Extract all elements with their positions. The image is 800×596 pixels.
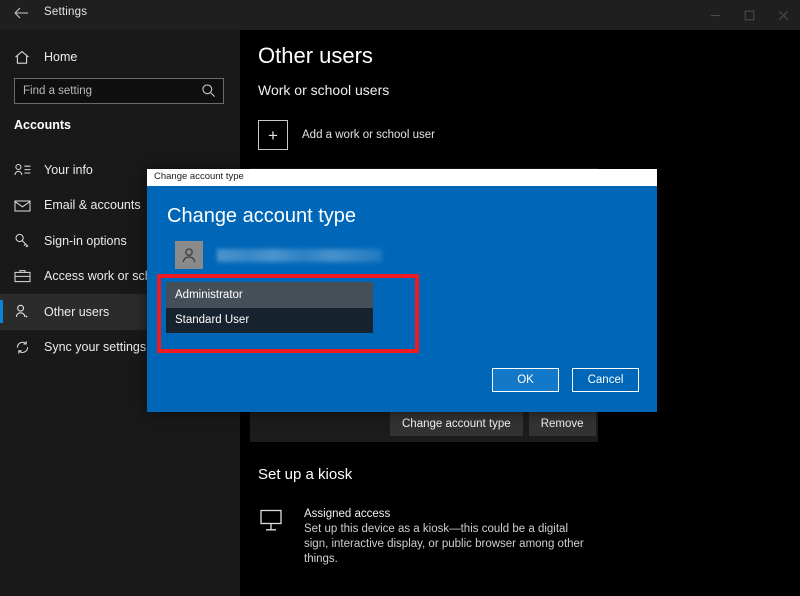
sidebar-item-home[interactable]: Home: [0, 43, 240, 71]
sidebar-home-label: Home: [44, 50, 77, 64]
dialog-heading: Change account type: [167, 205, 356, 228]
sidebar-section-title: Accounts: [14, 118, 71, 132]
user-row-actions: Change account type Remove: [390, 412, 596, 436]
window-titlebar: Settings: [0, 0, 800, 30]
kiosk-heading: Set up a kiosk: [258, 466, 352, 483]
dialog-titlebar: Change account type: [147, 169, 657, 186]
page-title: Other users: [258, 43, 373, 69]
key-icon: [14, 231, 38, 251]
settings-window: Settings Home: [0, 0, 800, 596]
cancel-button[interactable]: Cancel: [572, 368, 639, 392]
search-input[interactable]: [23, 79, 195, 103]
sidebar-item-label: Email & accounts: [44, 198, 141, 212]
sidebar-item-label: Sync your settings: [44, 340, 146, 354]
maximize-button[interactable]: [732, 0, 766, 30]
assigned-access-title: Assigned access: [304, 508, 594, 520]
work-school-heading: Work or school users: [258, 82, 389, 98]
change-account-type-dialog: Change account type Change account type …: [147, 169, 657, 412]
account-name-redacted: [217, 249, 382, 262]
dropdown-option-administrator[interactable]: Administrator: [166, 282, 373, 308]
account-type-dropdown[interactable]: Administrator Standard User: [166, 282, 373, 333]
home-icon: [14, 50, 38, 65]
assigned-access-text: Assigned access Set up this device as a …: [304, 508, 594, 567]
sidebar-item-label: Sign-in options: [44, 234, 127, 248]
change-account-type-button[interactable]: Change account type: [390, 412, 523, 436]
back-arrow-icon[interactable]: [8, 4, 34, 26]
search-icon[interactable]: [201, 83, 217, 99]
person-icon: [175, 241, 203, 269]
sync-icon: [14, 337, 38, 357]
envelope-icon: [14, 195, 38, 215]
assigned-access-item[interactable]: Assigned access Set up this device as a …: [258, 508, 594, 567]
dialog-titlebar-text: Change account type: [154, 171, 244, 182]
briefcase-icon: [14, 266, 38, 286]
window-controls: [698, 0, 800, 30]
assigned-access-description: Set up this device as a kiosk—this could…: [304, 522, 594, 567]
add-work-school-user-label: Add a work or school user: [302, 129, 435, 141]
person-info-icon: [14, 160, 38, 180]
sidebar-item-label: Other users: [44, 305, 109, 319]
ok-button[interactable]: OK: [492, 368, 559, 392]
sidebar-item-label: Your info: [44, 163, 93, 177]
window-title: Settings: [44, 6, 87, 18]
add-work-school-user-button[interactable]: + Add a work or school user: [258, 120, 435, 150]
monitor-icon: [258, 508, 290, 542]
search-box[interactable]: [14, 78, 224, 104]
dialog-account-row: [175, 241, 382, 269]
plus-icon: +: [258, 120, 288, 150]
close-button[interactable]: [766, 0, 800, 30]
minimize-button[interactable]: [698, 0, 732, 30]
remove-button[interactable]: Remove: [529, 412, 596, 436]
dropdown-option-standard-user[interactable]: Standard User: [166, 308, 373, 334]
person-icon: [14, 302, 38, 322]
dialog-actions: OK Cancel: [492, 368, 639, 392]
